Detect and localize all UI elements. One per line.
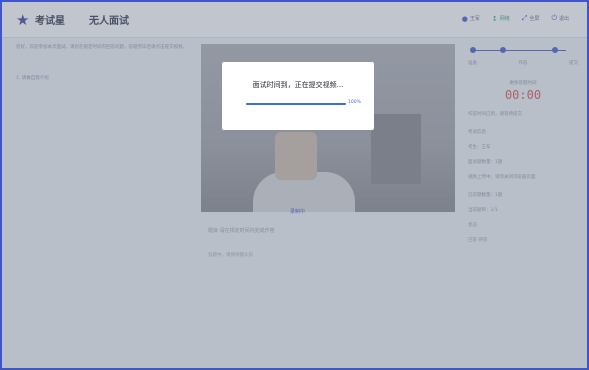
upload-progress-bar (246, 103, 346, 105)
upload-progress-text: 100% (348, 100, 361, 105)
modal-title: 面试时间到，正在提交视频... (252, 81, 344, 89)
submit-modal: 面试时间到，正在提交视频... 100% (222, 62, 374, 130)
app-window: ★ 考试星 无人面试 ● 王军 ↕ 网络 ⤢ 全屏 ⏻ 退出 您好，欢迎参加本次… (0, 0, 589, 370)
upload-progress-fill (246, 103, 346, 105)
modal-overlay (2, 2, 587, 368)
